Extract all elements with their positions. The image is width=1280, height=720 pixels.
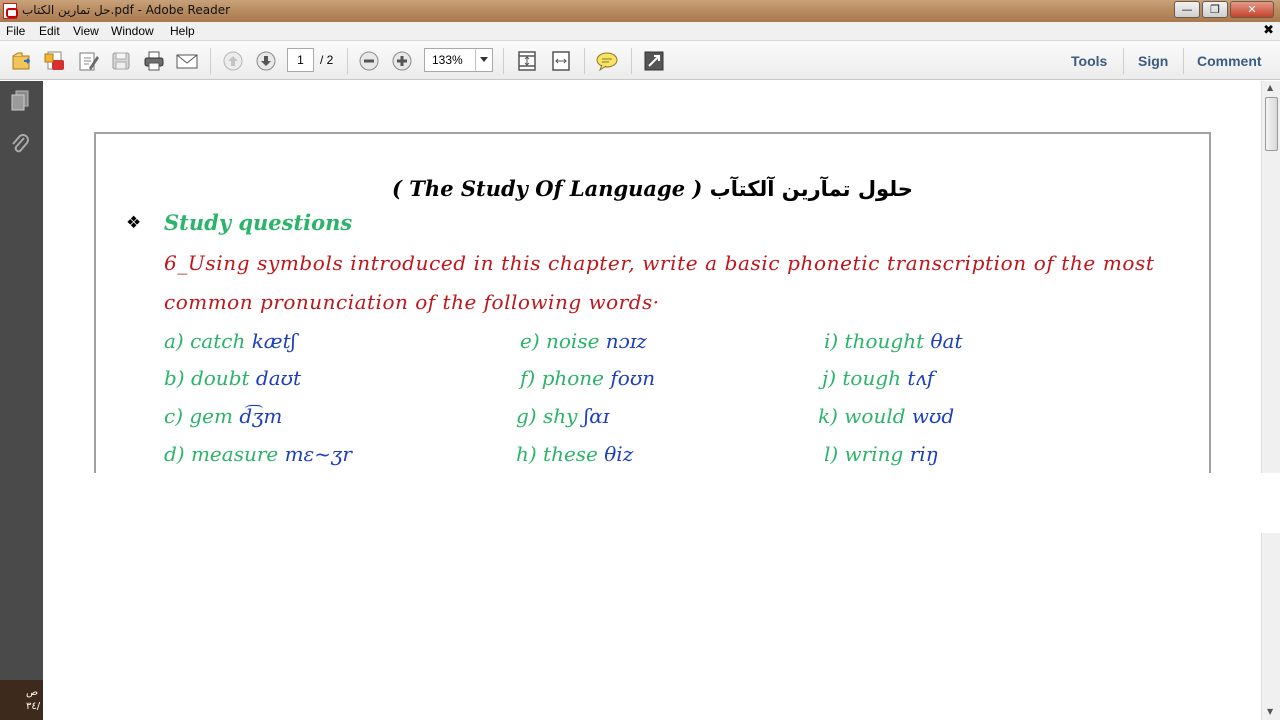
page-up-icon[interactable] (221, 49, 245, 73)
menu-help[interactable]: Help (170, 24, 195, 38)
zoom-out-icon[interactable] (357, 49, 381, 73)
answer-ipa: tʌf (907, 366, 935, 390)
comment-icon[interactable] (595, 49, 619, 73)
zoom-value: 133% (432, 53, 463, 67)
scroll-down-icon[interactable]: ▼ (1267, 707, 1273, 716)
answer-item: b) doubt daʊt (164, 366, 301, 390)
answer-ipa: θat (930, 329, 963, 353)
edit-icon[interactable] (76, 49, 100, 73)
window-controls: — ❐ ✕ (1174, 1, 1274, 18)
menu-window[interactable]: Window (111, 24, 154, 38)
answer-item: l) wring riŋ (824, 442, 939, 466)
clock-line-1: ص (26, 687, 39, 698)
page-total: / 2 (320, 53, 334, 67)
pdf-page: ( The Study Of Language ) حلول تمآرين آل… (94, 132, 1211, 473)
answer-item: c) gem d͡ʒm (164, 404, 282, 428)
heading-arabic: حلول تمآرين آلكتآب (709, 177, 913, 201)
save-icon[interactable] (109, 49, 133, 73)
close-button[interactable]: ✕ (1230, 1, 1274, 18)
answer-ipa: wʊd (911, 404, 955, 428)
chevron-down-icon[interactable] (475, 49, 492, 71)
scroll-up-icon[interactable]: ▲ (1267, 83, 1273, 92)
answer-word: f) phone (520, 366, 605, 390)
answer-item: g) shy ʃɑɪ (516, 404, 609, 428)
answer-item: e) noise nɔɪz (520, 329, 647, 353)
answer-item: f) phone foʊn (520, 366, 655, 390)
page-heading: ( The Study Of Language ) حلول تمآرين آل… (96, 176, 1209, 201)
vertical-scrollbar[interactable]: ▲ ▼ (1261, 81, 1280, 720)
answer-word: k) would (818, 404, 906, 428)
answer-ipa: daʊt (255, 366, 302, 390)
bullet-diamond-icon: ❖ (126, 213, 142, 233)
attachments-icon[interactable] (10, 133, 30, 155)
menu-bar: File Edit View Window Help ✖ (0, 22, 1280, 41)
zoom-select[interactable]: 133% (424, 48, 493, 72)
fullscreen-icon[interactable] (642, 49, 666, 73)
answer-word: g) shy (516, 404, 578, 428)
question-line-1: 6_Using symbols introduced in this chapt… (164, 251, 1155, 275)
zoom-in-icon[interactable] (390, 49, 414, 73)
answer-word: d) measure (164, 442, 279, 466)
menu-file[interactable]: File (6, 24, 25, 38)
answer-word: i) thought (824, 329, 925, 353)
answer-ipa: foʊn (610, 366, 656, 390)
answer-word: a) catch (164, 329, 246, 353)
clock-line-2: ٣٤/ (26, 701, 41, 712)
answer-ipa: d͡ʒm (239, 404, 283, 428)
create-pdf-icon[interactable] (43, 49, 67, 73)
scrollbar-gap (1261, 473, 1280, 533)
answer-word: c) gem (164, 404, 233, 428)
fit-page-icon[interactable] (515, 49, 539, 73)
answer-word: b) doubt (164, 366, 250, 390)
tools-link[interactable]: Tools (1071, 53, 1107, 69)
answer-ipa: mɛ~ʒr (284, 442, 352, 466)
pdf-file-icon (3, 3, 18, 19)
answer-item: a) catch kætʃ (164, 329, 296, 353)
scrollbar-thumb[interactable] (1265, 97, 1278, 151)
pages-icon[interactable] (10, 90, 30, 112)
answer-ipa: θiz (604, 442, 634, 466)
answer-word: e) noise (520, 329, 600, 353)
answer-word: h) these (516, 442, 598, 466)
minimize-button[interactable]: — (1174, 1, 1200, 18)
answer-word: l) wring (824, 442, 904, 466)
comment-link[interactable]: Comment (1197, 53, 1262, 69)
window-title: حل تمارين الكتاب.pdf - Adobe Reader (22, 3, 231, 17)
answer-item: d) measure mɛ~ʒr (164, 442, 352, 466)
taskbar-clock: ص ٣٤/ (0, 680, 43, 720)
section-title: Study questions (164, 210, 353, 235)
title-bar: حل تمارين الكتاب.pdf - Adobe Reader — ❐ … (0, 0, 1280, 22)
open-icon[interactable] (9, 49, 33, 73)
print-icon[interactable] (142, 49, 166, 73)
answer-word: j) tough (822, 366, 902, 390)
fit-width-icon[interactable] (549, 49, 573, 73)
answer-item: i) thought θat (824, 329, 963, 353)
answer-ipa: ʃɑɪ (583, 404, 610, 428)
navigation-pane (0, 81, 43, 720)
menu-edit[interactable]: Edit (39, 24, 60, 38)
answer-ipa: riŋ (909, 442, 939, 466)
close-document-icon[interactable]: ✖ (1263, 23, 1274, 38)
answer-ipa: nɔɪz (605, 329, 647, 353)
answer-ipa: kætʃ (251, 329, 297, 353)
page-down-icon[interactable] (254, 49, 278, 73)
question-line-2: common pronunciation of the following wo… (164, 290, 660, 314)
page-number-input[interactable]: 1 (287, 48, 314, 72)
sign-link[interactable]: Sign (1138, 53, 1168, 69)
maximize-button[interactable]: ❐ (1202, 1, 1228, 18)
answer-item: j) tough tʌf (822, 366, 934, 390)
email-icon[interactable] (175, 49, 199, 73)
answer-item: k) would wʊd (818, 404, 954, 428)
heading-english: ( The Study Of Language ) (392, 176, 703, 201)
answer-item: h) these θiz (516, 442, 633, 466)
menu-view[interactable]: View (73, 24, 99, 38)
